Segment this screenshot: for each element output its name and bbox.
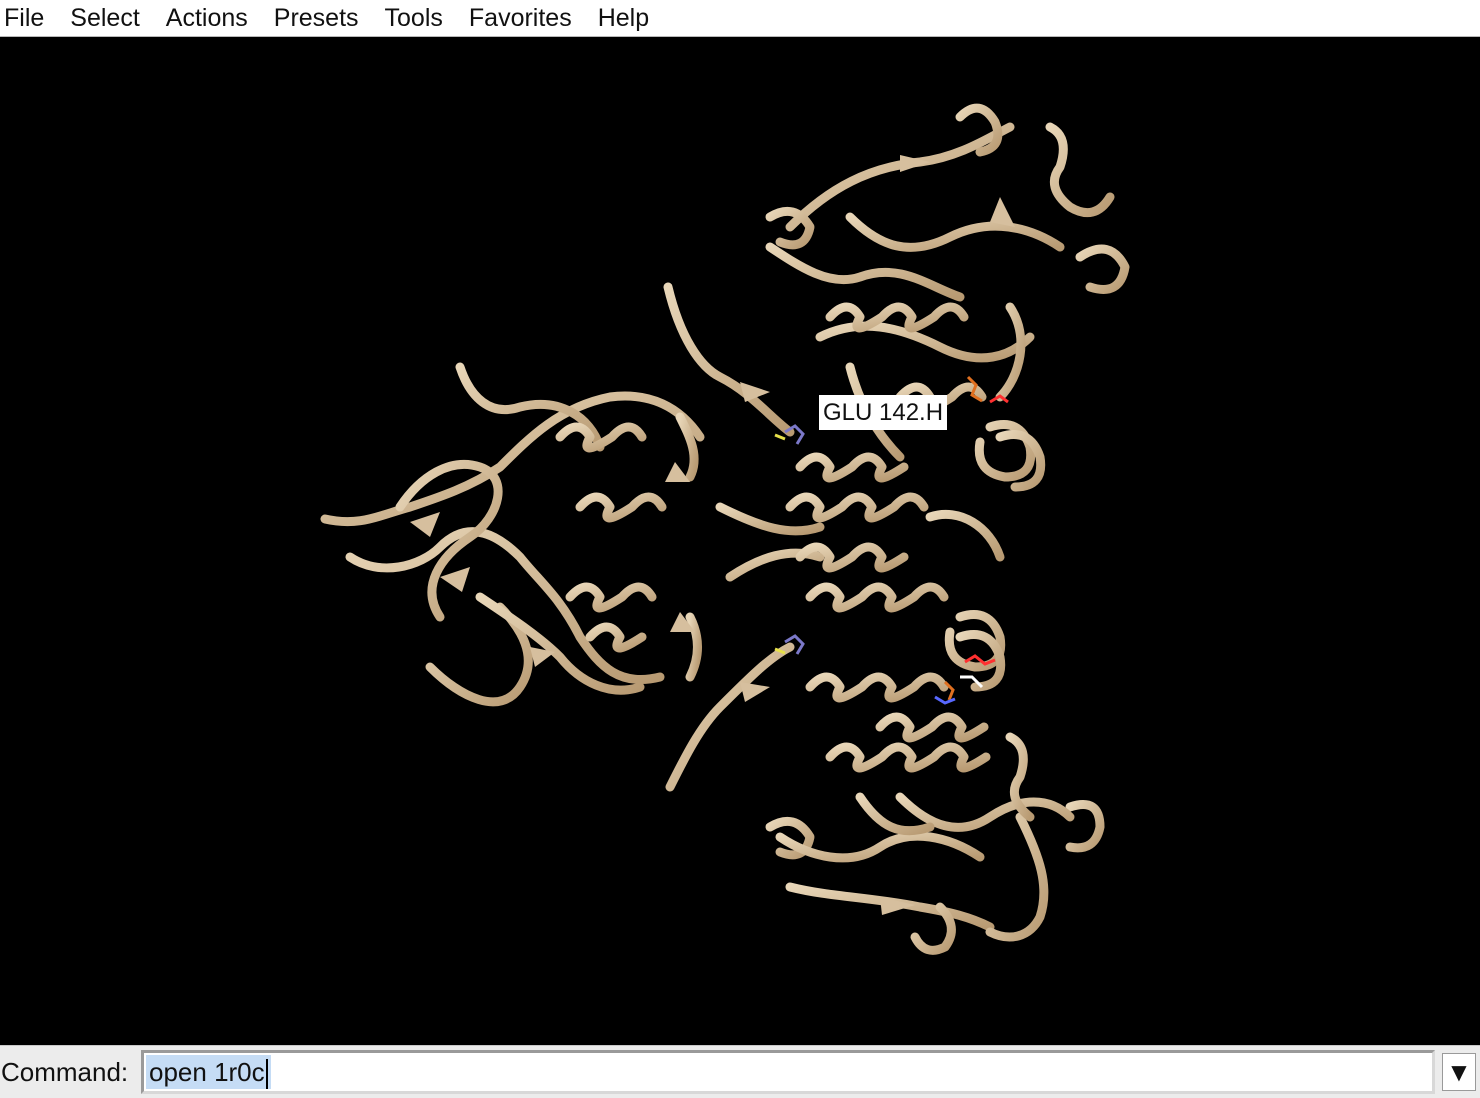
protein-ribbon-structure	[320, 103, 1130, 955]
molecule-viewer[interactable]: GLU 142.H	[0, 37, 1480, 1045]
command-history-dropdown-button[interactable]: ▼	[1442, 1053, 1476, 1091]
menu-favorites[interactable]: Favorites	[456, 0, 585, 37]
menu-presets[interactable]: Presets	[261, 0, 372, 37]
menu-bar: File Select Actions Presets Tools Favori…	[0, 0, 1480, 37]
triangle-down-icon: ▼	[1451, 1060, 1467, 1084]
command-input-text[interactable]: open 1r0c	[146, 1055, 271, 1090]
command-line-bar: Command: open 1r0c ▼	[0, 1045, 1480, 1098]
residue-label: GLU 142.H	[819, 395, 948, 430]
menu-select[interactable]: Select	[57, 0, 152, 37]
text-caret	[265, 1059, 268, 1090]
menu-help[interactable]: Help	[585, 0, 662, 37]
command-label: Command:	[1, 1057, 129, 1087]
command-input[interactable]: open 1r0c	[141, 1050, 1435, 1094]
menu-actions[interactable]: Actions	[153, 0, 261, 37]
menu-file[interactable]: File	[0, 0, 57, 37]
menu-tools[interactable]: Tools	[372, 0, 456, 37]
